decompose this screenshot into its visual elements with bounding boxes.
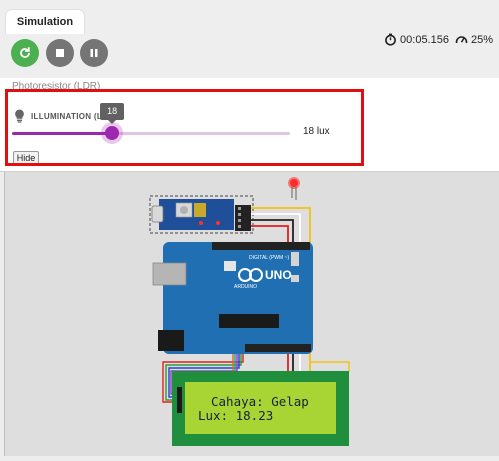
speedometer-icon [455,36,468,44]
tab-label: Simulation [16,16,74,28]
pause-icon [90,49,98,57]
highlight-box [5,89,364,166]
pause-button[interactable] [80,39,108,67]
simulation-speed: 25% [470,33,493,46]
board-brand-label: ARDUINO [234,284,257,290]
elapsed-time: 00:05.156 [400,33,449,46]
led[interactable] [288,177,300,200]
board-digital-label: DIGITAL (PWM ~) [249,255,289,261]
tab-simulation[interactable]: Simulation [5,9,85,34]
lcd-line-2: Lux: 18.23 [198,408,273,423]
lcd-display[interactable]: Cahaya: Gelap Lux: 18.23 [172,371,349,446]
restart-icon [20,47,30,58]
board-model-label: UNO [265,268,292,282]
simulation-status: 00:05.156 25% [384,33,493,46]
lcd-line-1: Cahaya: Gelap [211,394,309,409]
arduino-uno-board[interactable]: UNO ARDUINO DIGITAL (PWM ~) [152,242,313,354]
stop-button[interactable] [46,39,74,67]
stop-icon [56,49,64,57]
ldr-sensor-module[interactable] [149,195,254,234]
stopwatch-icon [385,33,396,46]
simulation-toolbar: Simulation 00:05.156 25% [0,0,499,78]
simulation-canvas[interactable]: UNO ARDUINO DIGITAL (PWM ~) Cahaya: Gela… [4,172,499,456]
restart-button[interactable] [11,39,39,67]
